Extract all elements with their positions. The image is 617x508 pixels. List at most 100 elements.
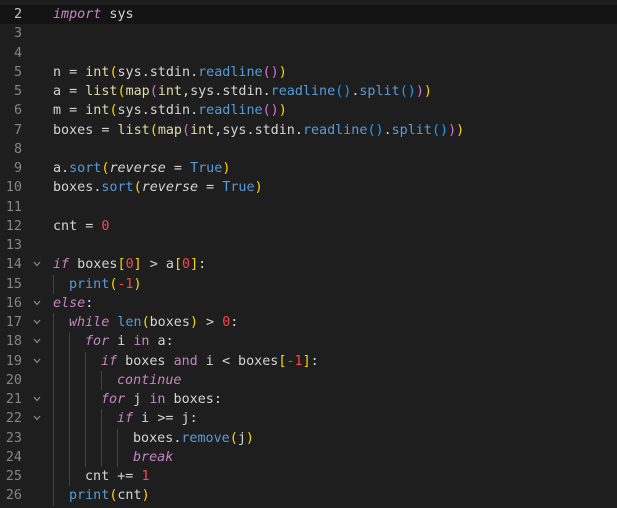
code-line[interactable]: 19 if boxes and i < boxes[-1]: bbox=[0, 351, 617, 371]
code-text: boxes.sort(reverse = True) bbox=[53, 178, 263, 197]
code-token: while bbox=[69, 315, 110, 330]
code-text: if boxes[0] > a[0]: bbox=[53, 255, 206, 274]
indent-guide bbox=[117, 428, 118, 448]
code-line[interactable]: 21 for j in boxes: bbox=[0, 390, 617, 410]
indent-guide bbox=[69, 390, 70, 410]
code-line[interactable]: 17 while len(boxes) > 0: bbox=[0, 313, 617, 333]
indent-guide bbox=[69, 447, 70, 467]
code-line[interactable]: 10 boxes.sort(reverse = True) bbox=[0, 178, 617, 197]
code-text: for i in a: bbox=[85, 332, 174, 351]
code-token: a bbox=[53, 161, 62, 176]
code-line[interactable]: 20 continue bbox=[0, 370, 617, 390]
code-text: print(-1) bbox=[69, 275, 142, 294]
code-line[interactable]: 5n = int(sys.stdin.readline()) bbox=[0, 63, 617, 82]
code-token: 0 bbox=[182, 257, 191, 273]
code-token: ( bbox=[149, 84, 158, 99]
indent-guide bbox=[53, 409, 54, 429]
code-token: reverse bbox=[141, 180, 199, 196]
code-token: = bbox=[165, 161, 191, 176]
code-token: ( bbox=[182, 122, 191, 138]
indent-guide bbox=[69, 332, 70, 352]
code-token: . bbox=[61, 161, 70, 176]
code-token: >= bbox=[157, 411, 174, 427]
code-line[interactable]: 3 bbox=[0, 24, 617, 43]
code-token: a bbox=[53, 84, 62, 99]
code-token: list bbox=[85, 84, 118, 99]
code-line[interactable]: 15 print(-1) bbox=[0, 274, 617, 294]
code-token: [ bbox=[117, 257, 126, 273]
code-line[interactable]: 22 if i >= j: bbox=[0, 409, 617, 429]
indent-guide bbox=[53, 428, 54, 448]
code-token: = bbox=[77, 218, 102, 234]
code-line[interactable]: 26 print(cnt) bbox=[0, 486, 617, 506]
code-text: for j in boxes: bbox=[101, 390, 222, 409]
indent-guide bbox=[85, 409, 86, 429]
code-token: boxes bbox=[117, 353, 174, 369]
code-line[interactable]: 8 bbox=[0, 140, 617, 159]
indent-guide bbox=[53, 447, 54, 467]
code-token: . bbox=[383, 122, 392, 138]
code-token: remove bbox=[181, 430, 230, 446]
fold-chevron-icon[interactable] bbox=[33, 260, 41, 267]
indent-guide bbox=[69, 409, 70, 429]
line-number: 21 bbox=[5, 392, 22, 407]
code-line[interactable]: 6m = int(sys.stdin.readline()) bbox=[0, 101, 617, 120]
indent-guide bbox=[53, 486, 54, 506]
code-token: () bbox=[367, 122, 384, 138]
code-line[interactable]: 4 bbox=[0, 44, 617, 63]
code-token: len bbox=[109, 315, 142, 330]
code-line[interactable]: 24 break bbox=[0, 447, 617, 467]
code-token: ) bbox=[278, 64, 287, 80]
code-line[interactable]: 11 bbox=[0, 198, 617, 217]
indent-guide bbox=[69, 370, 70, 390]
code-token: stdin bbox=[222, 84, 263, 99]
code-text: n = int(sys.stdin.readline()) bbox=[53, 63, 287, 82]
indent-guide bbox=[53, 390, 54, 410]
fold-chevron-icon[interactable] bbox=[33, 337, 41, 344]
code-line[interactable]: 25 cnt += 1 bbox=[0, 467, 617, 487]
code-line[interactable]: 12 cnt = 0 bbox=[0, 217, 617, 236]
code-token: reverse bbox=[109, 161, 166, 176]
line-number: 20 bbox=[5, 372, 22, 388]
code-token: import bbox=[53, 7, 102, 22]
fold-chevron-icon[interactable] bbox=[33, 395, 41, 402]
indent-guide bbox=[53, 467, 54, 487]
code-editor[interactable]: 2 import sys 3 4 5 n = int(sys.stdin.readline… bbox=[0, 0, 617, 508]
fold-chevron-icon[interactable] bbox=[33, 357, 41, 364]
line-number: 22 bbox=[5, 411, 22, 427]
code-token: ) bbox=[133, 276, 142, 292]
code-token: ) bbox=[222, 161, 231, 176]
indent-guide bbox=[69, 351, 70, 371]
code-text: break bbox=[133, 448, 173, 467]
code-line[interactable]: 2 import sys bbox=[0, 5, 617, 25]
code-text: print(cnt) bbox=[69, 486, 150, 505]
code-token: j bbox=[237, 430, 246, 446]
code-token: [ bbox=[173, 257, 182, 273]
code-token: = bbox=[198, 180, 223, 196]
code-text: boxes.remove(j) bbox=[133, 429, 254, 448]
code-token: cnt bbox=[53, 218, 78, 234]
code-token: () bbox=[262, 64, 279, 80]
code-token: boxes bbox=[165, 392, 214, 407]
code-token: ) bbox=[189, 315, 198, 330]
code-line[interactable]: 16 else: bbox=[0, 294, 617, 313]
code-line[interactable]: 7 boxes = list(map(int,sys.stdin.readline… bbox=[0, 121, 617, 140]
fold-chevron-icon[interactable] bbox=[33, 318, 41, 325]
indent-guide bbox=[117, 447, 118, 467]
code-token: ) bbox=[245, 430, 254, 446]
code-line[interactable]: 13 bbox=[0, 236, 617, 255]
line-number: 6 bbox=[13, 103, 22, 119]
code-token: sort bbox=[101, 180, 134, 196]
code-line[interactable]: 23 boxes.remove(j) bbox=[0, 428, 617, 448]
fold-chevron-icon[interactable] bbox=[33, 299, 41, 306]
code-token: . bbox=[246, 122, 255, 138]
fold-chevron-icon[interactable] bbox=[33, 414, 41, 421]
code-line[interactable]: 9 a.sort(reverse = True) bbox=[0, 159, 617, 178]
code-line[interactable]: 14 if boxes[0] > a[0]: bbox=[0, 255, 617, 274]
code-line[interactable]: 18 for i in a: bbox=[0, 332, 617, 352]
code-token: ( bbox=[149, 122, 158, 138]
code-token: 1 bbox=[141, 469, 150, 484]
code-token: sys bbox=[117, 64, 142, 80]
code-line[interactable]: 5a = list(map(int,sys.stdin.readline().s… bbox=[0, 82, 617, 101]
line-number: 3 bbox=[13, 26, 22, 42]
